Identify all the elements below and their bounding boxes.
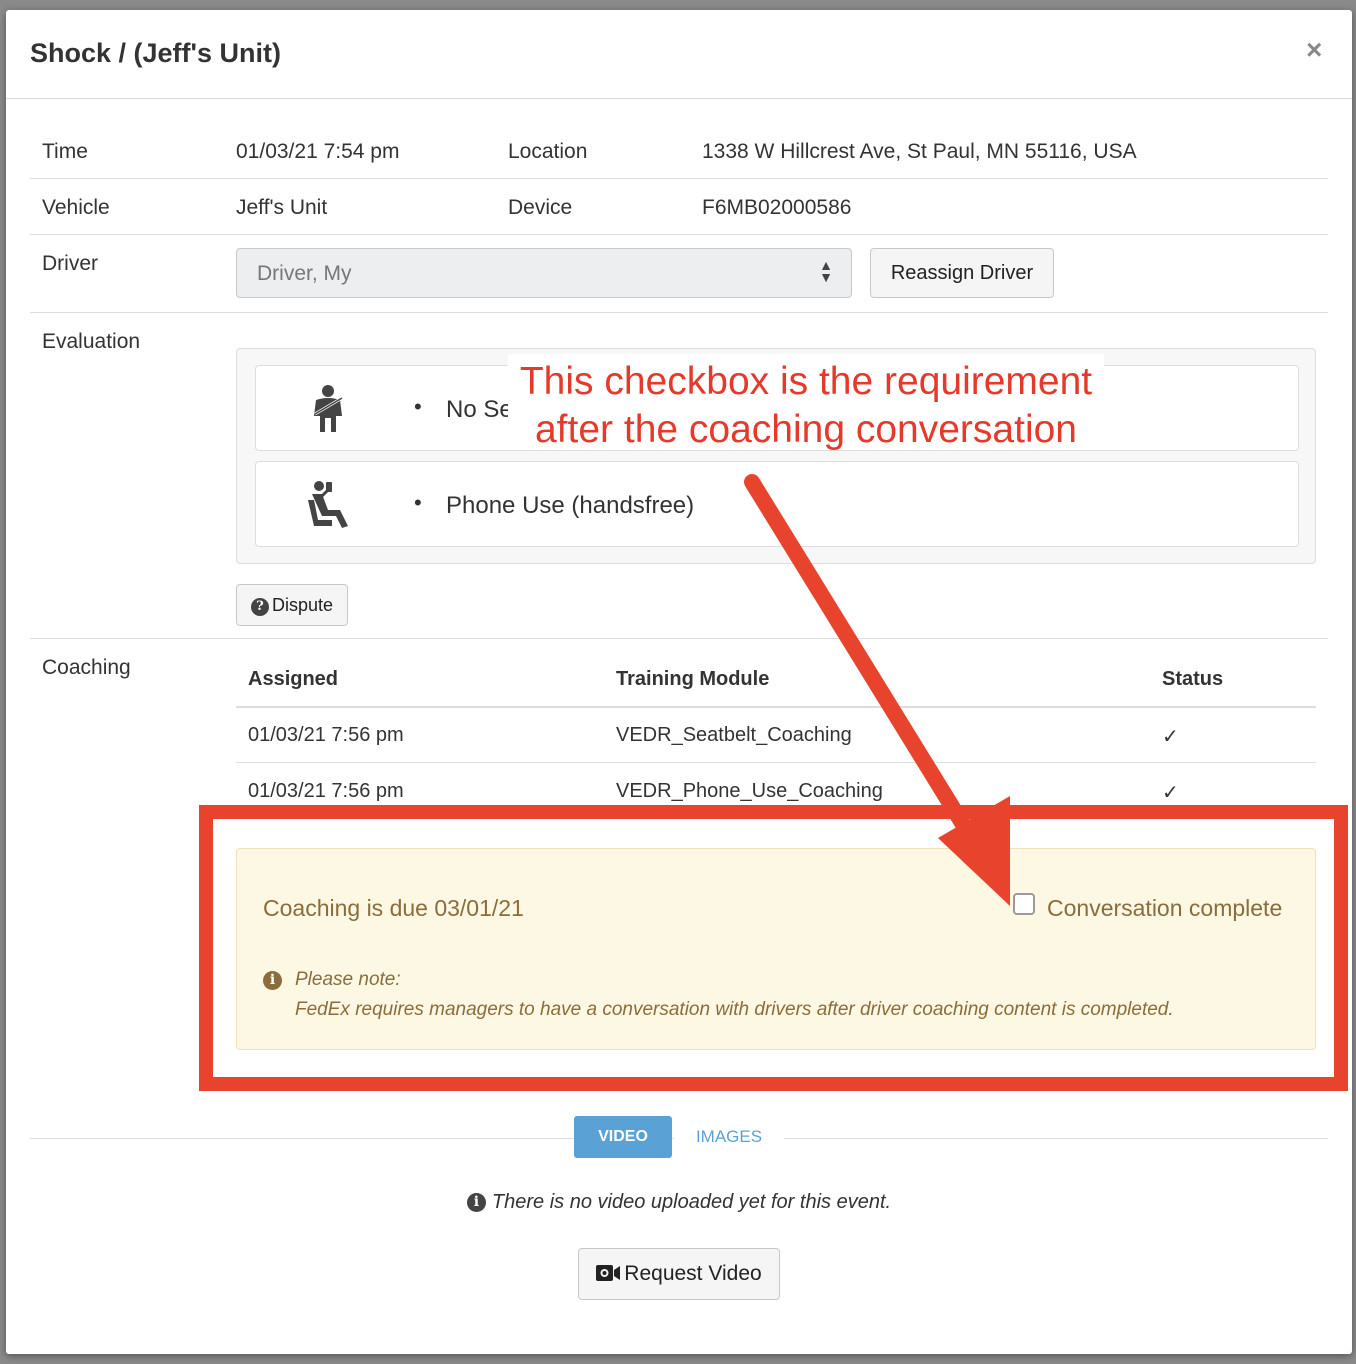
annotation-arrow	[744, 474, 1010, 906]
annotation-highlight-box	[199, 805, 1348, 1091]
